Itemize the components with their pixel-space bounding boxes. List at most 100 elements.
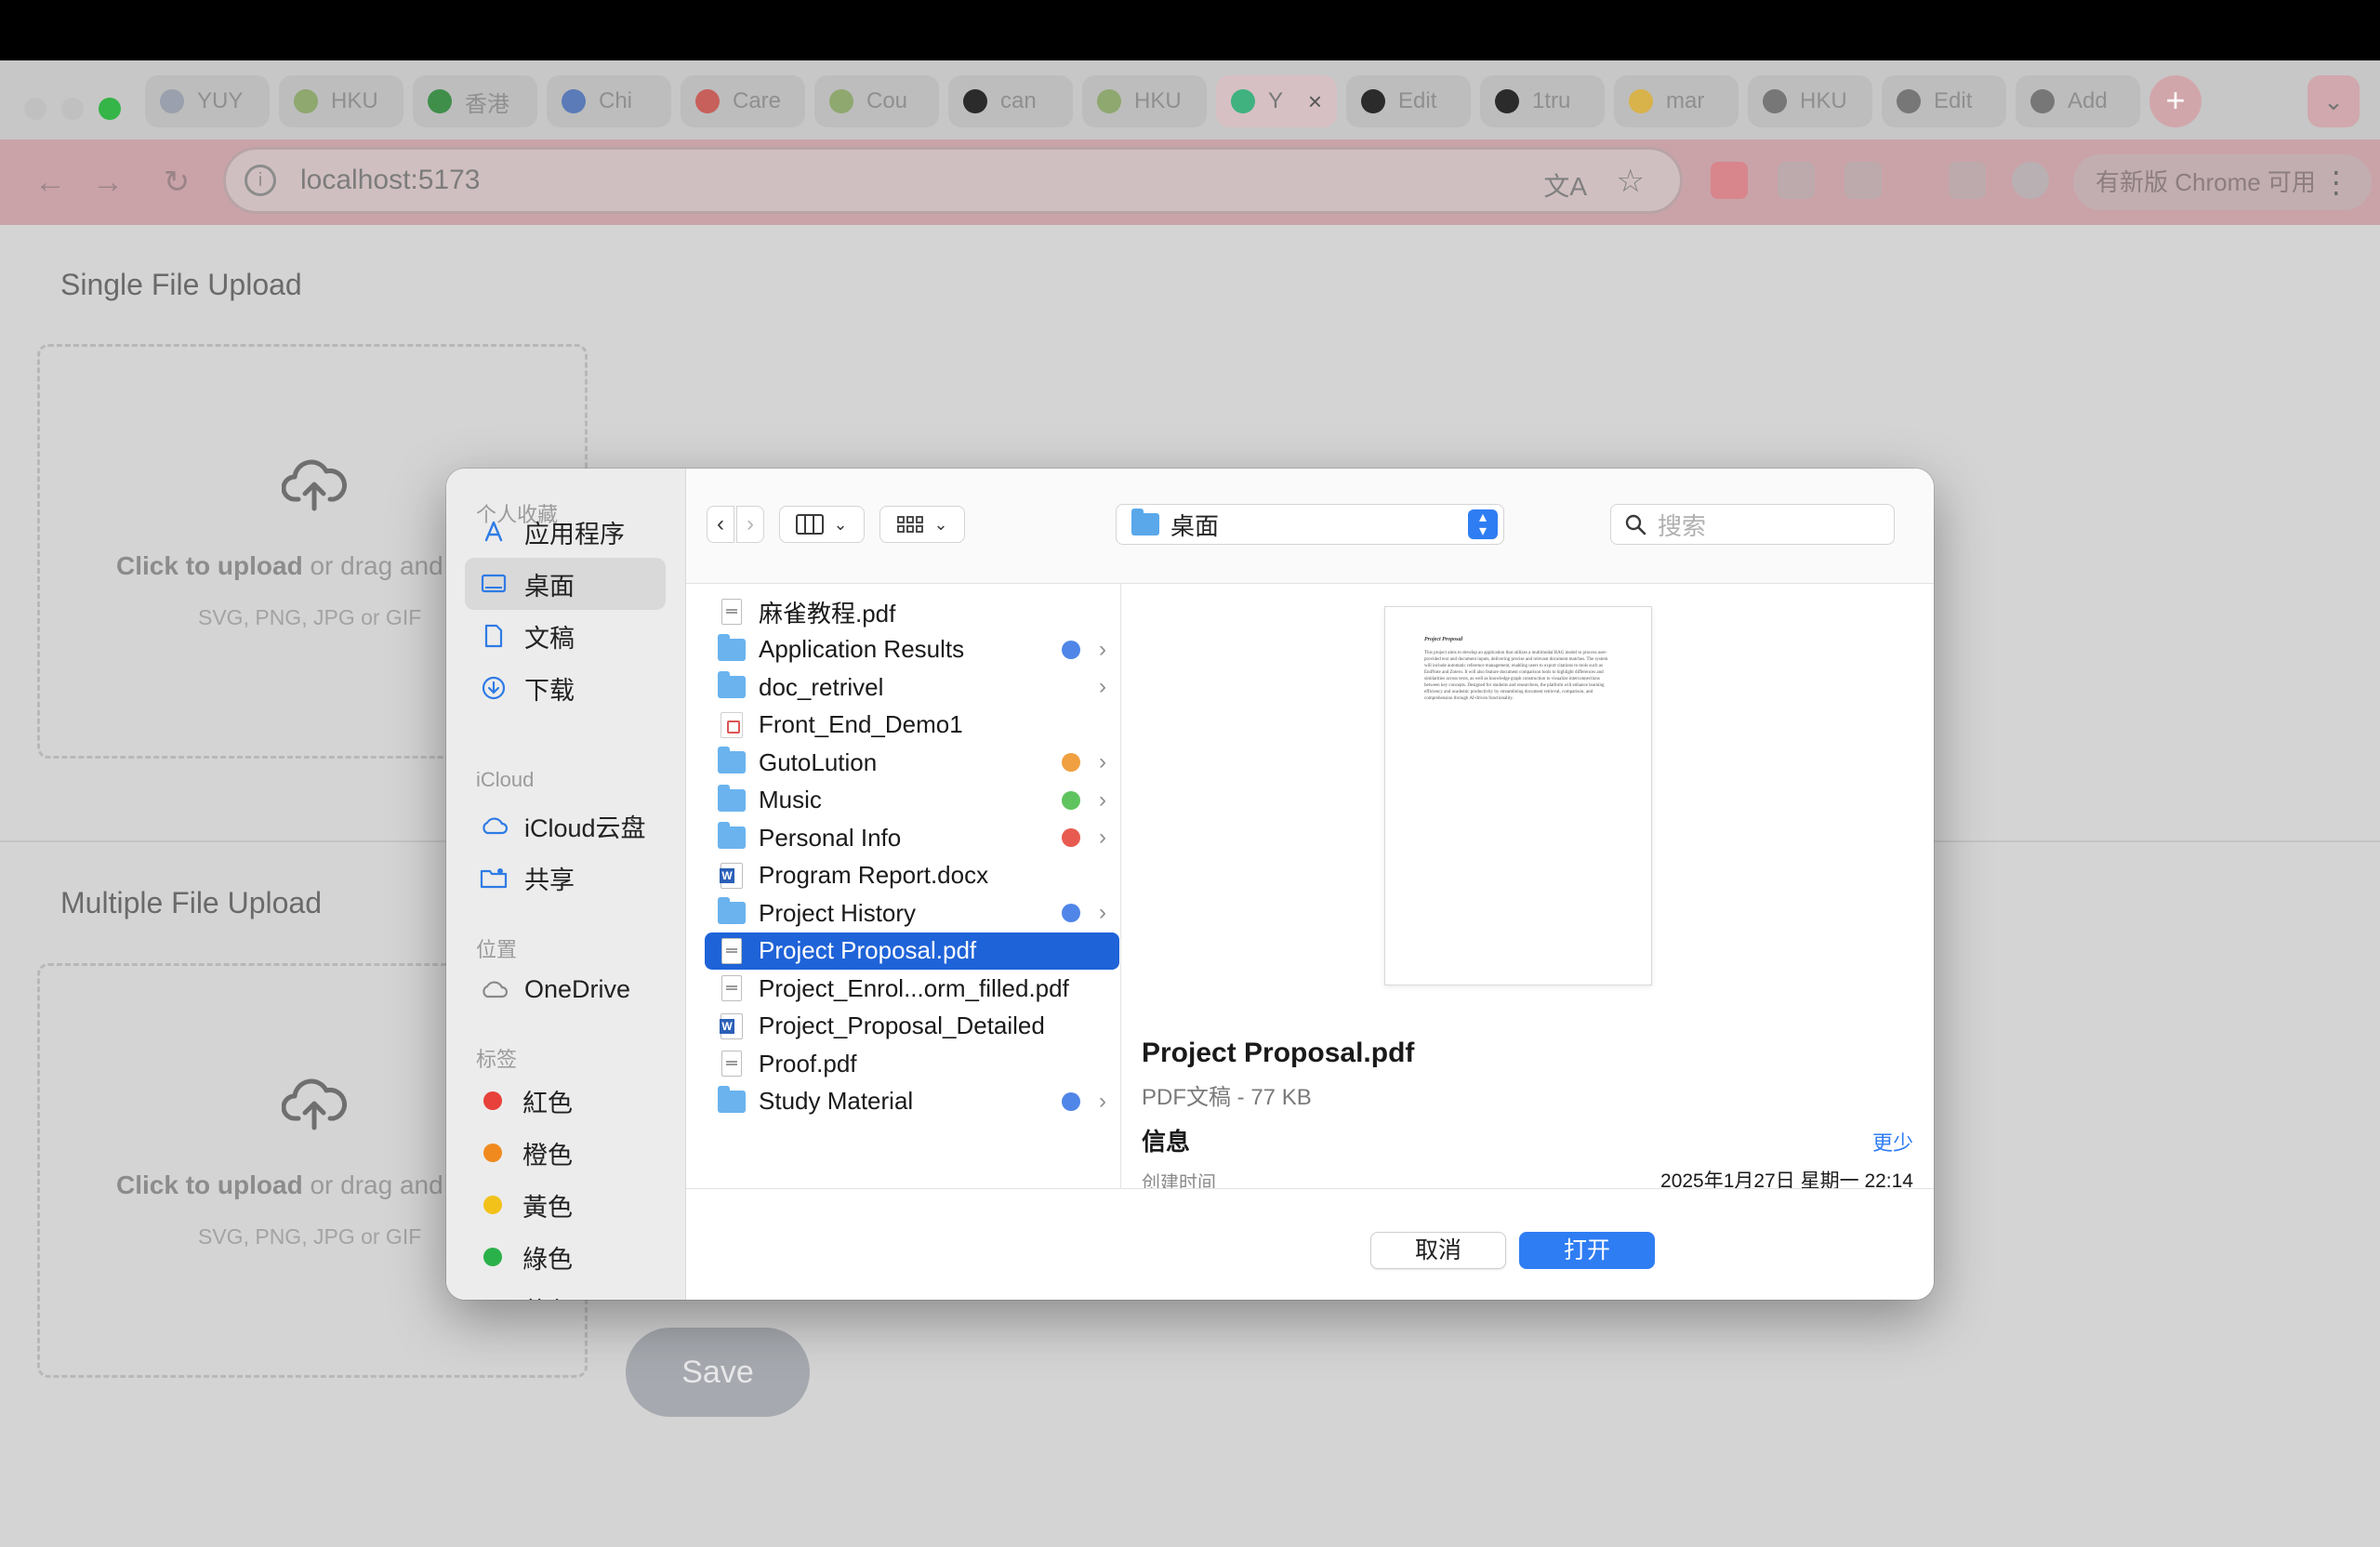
file-row[interactable]: Project_Enrol...orm_filled.pdf bbox=[705, 970, 1119, 1007]
sidebar-item-icloud-drive[interactable]: iCloud云盘 bbox=[465, 800, 666, 852]
zoom-window-button[interactable] bbox=[99, 98, 121, 120]
sidebar-tag-item[interactable]: 綠色 bbox=[465, 1231, 666, 1283]
location-label: 桌面 bbox=[1170, 511, 1220, 540]
address-bar[interactable]: i localhost:5173 文A ☆ bbox=[223, 147, 1683, 214]
folder-row[interactable]: Application Results › bbox=[705, 631, 1119, 668]
click-to-upload-text[interactable]: Click to upload bbox=[116, 551, 303, 580]
sidebar-tag-item[interactable]: 紅色 bbox=[465, 1075, 666, 1127]
open-button[interactable]: 打开 bbox=[1519, 1232, 1655, 1269]
browser-tab[interactable]: HKU bbox=[1748, 75, 1872, 127]
back-button[interactable]: ‹ bbox=[707, 506, 734, 543]
location-popup[interactable]: 桌面 ▴ ▾ bbox=[1116, 504, 1504, 545]
browser-tab[interactable]: 1tru bbox=[1480, 75, 1605, 127]
chevron-left-icon: ‹ bbox=[717, 511, 724, 536]
columns-view-icon bbox=[796, 514, 825, 535]
chevron-right-icon: › bbox=[747, 511, 754, 536]
more-menu-icon[interactable]: ⋮ bbox=[2321, 154, 2351, 210]
tab-favicon-icon bbox=[1897, 89, 1921, 113]
new-tab-button[interactable]: + bbox=[2149, 75, 2202, 127]
browser-tab[interactable]: Edit bbox=[1882, 75, 2006, 127]
browser-tab[interactable]: Chi bbox=[547, 75, 671, 127]
folder-row[interactable]: Personal Info › bbox=[705, 819, 1119, 856]
browser-tab[interactable]: can bbox=[948, 75, 1073, 127]
browser-tab[interactable]: HKU bbox=[279, 75, 403, 127]
tab-label: Care bbox=[733, 88, 782, 113]
file-name: Project Proposal.pdf bbox=[759, 936, 977, 964]
view-mode-button[interactable]: ⌄ bbox=[779, 506, 865, 543]
folder-row[interactable]: Project History › bbox=[705, 894, 1119, 932]
browser-tab[interactable]: Cou bbox=[814, 75, 939, 127]
browser-tab[interactable]: Care bbox=[681, 75, 805, 127]
sidebar-item-label: OneDrive bbox=[524, 974, 631, 1003]
show-less-link[interactable]: 更少 bbox=[1872, 1127, 1913, 1157]
tab-label: 1tru bbox=[1532, 88, 1571, 113]
sidebar-item-shared[interactable]: 共享 bbox=[465, 852, 666, 904]
site-info-icon[interactable]: i bbox=[245, 165, 276, 196]
sidebar-item-downloads[interactable]: 下载 bbox=[465, 662, 666, 714]
file-row[interactable]: 麻雀教程.pdf bbox=[705, 593, 1119, 630]
file-row[interactable]: Program Report.docx bbox=[705, 857, 1119, 894]
pdf-file-icon bbox=[721, 599, 742, 625]
tag-label: 橙色 bbox=[522, 1141, 573, 1170]
sidebar-item-documents[interactable]: 文稿 bbox=[465, 610, 666, 662]
sidebar-item-onedrive[interactable]: OneDrive bbox=[465, 963, 666, 1015]
browser-tab[interactable]: Edit bbox=[1346, 75, 1471, 127]
bookmark-star-icon[interactable]: ☆ bbox=[1617, 163, 1645, 200]
preview-pane: Project Proposal This project aims to de… bbox=[1121, 584, 1934, 1188]
translate-icon[interactable]: 文A bbox=[1543, 166, 1587, 204]
forward-button[interactable]: › bbox=[736, 506, 764, 543]
tab-search-button[interactable]: ⌄ bbox=[2307, 75, 2360, 127]
extension-icon[interactable] bbox=[1711, 162, 1748, 199]
group-by-button[interactable]: ⌄ bbox=[879, 506, 965, 543]
sidebar-item-applications[interactable]: 应用程序 bbox=[465, 506, 666, 558]
folder-row[interactable]: GutoLution › bbox=[705, 744, 1119, 781]
search-field[interactable]: 搜索 bbox=[1610, 504, 1895, 545]
folder-row[interactable]: doc_retrivel › bbox=[705, 668, 1119, 706]
tab-favicon-icon bbox=[1097, 89, 1121, 113]
browser-tab[interactable]: 香港 bbox=[413, 75, 537, 127]
back-arrow-icon[interactable]: ← bbox=[28, 160, 73, 205]
tab-favicon-icon bbox=[1763, 89, 1787, 113]
save-button[interactable]: Save bbox=[626, 1328, 810, 1417]
folder-row[interactable]: Study Material › bbox=[705, 1083, 1119, 1120]
file-row[interactable]: Proof.pdf bbox=[705, 1045, 1119, 1082]
chrome-update-button[interactable]: 有新版 Chrome 可用 ⋮ bbox=[2073, 154, 2372, 210]
browser-tab[interactable]: Add bbox=[2016, 75, 2140, 127]
popup-stepper-icon: ▴ ▾ bbox=[1468, 509, 1498, 539]
folder-row[interactable]: Music › bbox=[705, 782, 1119, 819]
file-row[interactable]: Project Proposal.pdf bbox=[705, 932, 1119, 970]
shared-folder-icon bbox=[480, 864, 508, 892]
profile-avatar[interactable] bbox=[2012, 162, 2049, 199]
browser-tab[interactable]: YUY bbox=[145, 75, 270, 127]
thumbnail-title: Project Proposal bbox=[1424, 637, 1463, 642]
file-row[interactable]: Front_End_Demo1 bbox=[705, 707, 1119, 744]
upload-instruction: Click to upload or drag and drop bbox=[116, 551, 503, 581]
close-tab-icon[interactable]: × bbox=[1308, 87, 1322, 116]
sidebar-tag-item[interactable]: 藍色 bbox=[465, 1283, 666, 1301]
extension-icon[interactable] bbox=[1778, 162, 1815, 199]
browser-tab[interactable]: mar bbox=[1614, 75, 1739, 127]
forward-arrow-icon[interactable]: → bbox=[86, 160, 130, 205]
close-window-button[interactable] bbox=[24, 98, 46, 120]
file-name: Project History bbox=[759, 898, 917, 927]
sidebar-item-desktop[interactable]: 桌面 bbox=[465, 558, 666, 610]
download-icon[interactable] bbox=[1949, 162, 1986, 199]
word-file-icon bbox=[720, 862, 743, 889]
minimize-window-button[interactable] bbox=[61, 98, 84, 120]
tab-favicon-icon bbox=[695, 89, 720, 113]
file-row[interactable]: Project_Proposal_Detailed bbox=[705, 1008, 1119, 1045]
tab-favicon-icon bbox=[829, 89, 853, 113]
browser-tab[interactable]: Y × bbox=[1216, 75, 1337, 127]
click-to-upload-text[interactable]: Click to upload bbox=[116, 1170, 303, 1199]
browser-tab[interactable]: HKU bbox=[1082, 75, 1207, 127]
tags-header: 标签 bbox=[476, 1048, 518, 1071]
url-text[interactable]: localhost:5173 bbox=[300, 165, 480, 196]
sidebar-tag-item[interactable]: 橙色 bbox=[465, 1127, 666, 1179]
sidebar-tag-item[interactable]: 黃色 bbox=[465, 1179, 666, 1231]
reload-icon[interactable]: ↻ bbox=[154, 160, 199, 205]
cancel-button[interactable]: 取消 bbox=[1370, 1232, 1506, 1269]
sidebar-item-label: 下载 bbox=[524, 676, 575, 705]
extension-icon[interactable] bbox=[1844, 162, 1882, 199]
file-name: Front_End_Demo1 bbox=[759, 710, 963, 738]
word-file-icon bbox=[720, 1012, 743, 1039]
